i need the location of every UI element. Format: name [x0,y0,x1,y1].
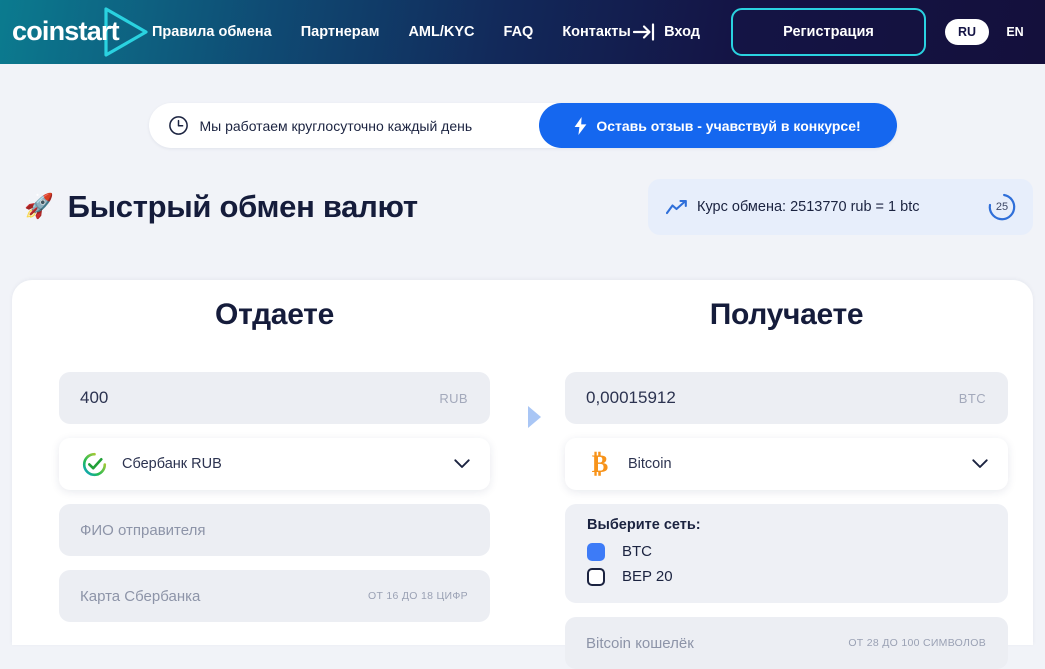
nav-item-contacts[interactable]: Контакты [562,24,630,40]
network-selector: Выберите сеть: BTC BEP 20 [565,504,1008,603]
receive-amount-value: 0,00015912 [586,388,676,408]
give-column: Отдаете 400 RUB [12,280,512,645]
review-promo-button[interactable]: Оставь отзыв - учавствуй в конкурсе! [539,103,897,148]
wallet-address-hint: ОТ 28 ДО 100 СИМВОЛОВ [848,637,986,649]
login-arrow-icon [633,23,655,41]
lang-option-ru[interactable]: RU [945,19,989,45]
receive-currency-code: BTC [959,391,986,406]
network-selector-title: Выберите сеть: [587,517,1008,533]
network-option-btc-label: BTC [622,543,652,560]
logo-text: coinstart [12,16,119,47]
wallet-address-input[interactable]: Bitcoin кошелёк ОТ 28 ДО 100 СИМВОЛОВ [565,617,1008,669]
nav-item-faq[interactable]: FAQ [504,24,534,40]
chevron-down-icon [972,459,988,469]
sender-card-hint: ОТ 16 ДО 18 ЦИФР [368,590,468,602]
sender-card-input[interactable]: Карта Сбербанка ОТ 16 ДО 18 ЦИФР [59,570,490,622]
give-method-label: Сбербанк RUB [122,456,222,472]
page-title-row: 🚀 Быстрый обмен валют Курс обмена: 25137… [0,179,1045,235]
review-promo-label: Оставь отзыв - учавствуй в конкурсе! [596,118,860,134]
network-option-bep20-label: BEP 20 [622,568,673,585]
network-radio-selected-icon[interactable] [587,543,605,561]
rate-refresh-timer: 25 [987,192,1017,222]
receive-column: Получаете 0,00015912 BTC ₿ Bitcoin Выбер… [560,280,1033,645]
exchange-rate-text: Курс обмена: 2513770 rub = 1 btc [697,199,919,215]
network-option-bep20[interactable]: BEP 20 [587,564,1008,589]
nav-item-rules[interactable]: Правила обмена [152,24,272,40]
timer-seconds: 25 [987,192,1017,222]
page-title: 🚀 Быстрый обмен валют [24,189,418,225]
bitcoin-icon: ₿ [586,451,614,477]
network-radio-unselected-icon[interactable] [587,568,605,586]
network-option-btc[interactable]: BTC [587,539,1008,564]
schedule-text: Мы работаем круглосуточно каждый день [200,118,473,134]
exchange-card: Отдаете 400 RUB [12,280,1033,645]
login-button[interactable]: Вход [633,23,700,41]
give-amount-input[interactable]: 400 RUB [59,372,490,424]
receive-method-label: Bitcoin [628,456,672,472]
main-nav: Правила обмена Партнерам AML/KYC FAQ Кон… [152,24,631,40]
lang-option-en[interactable]: EN [993,19,1037,45]
svg-text:₿: ₿ [592,451,609,477]
direction-column [512,280,560,645]
nav-item-partners[interactable]: Партнерам [301,24,380,40]
receive-amount-input[interactable]: 0,00015912 BTC [565,372,1008,424]
chart-line-icon [666,200,687,215]
clock-icon [168,115,189,136]
exchange-rate-card: Курс обмена: 2513770 rub = 1 btc 25 [648,179,1033,235]
give-amount-value: 400 [80,388,108,408]
nav-item-amlkyc[interactable]: AML/KYC [408,24,474,40]
arrow-right-icon [524,404,546,430]
receive-method-select[interactable]: ₿ Bitcoin [565,438,1008,490]
login-label: Вход [664,24,700,40]
sender-card-placeholder: Карта Сбербанка [80,588,200,605]
give-method-select[interactable]: Сбербанк RUB [59,438,490,490]
language-switcher: RU EN [945,19,1037,45]
rocket-icon: 🚀 [24,195,54,219]
info-bar: Мы работаем круглосуточно каждый день Ос… [149,103,897,148]
sender-name-input[interactable]: ФИО отправителя [59,504,490,556]
chevron-down-icon [454,459,470,469]
site-header: coinstart Правила обмена Партнерам AML/K… [0,0,1045,64]
give-heading: Отдаете [59,298,490,332]
give-currency-code: RUB [439,391,468,406]
lightning-bolt-icon [574,117,587,135]
sberbank-icon [80,452,108,477]
schedule-notice: Мы работаем круглосуточно каждый день [149,103,539,148]
wallet-address-placeholder: Bitcoin кошелёк [586,635,694,652]
header-actions: Вход Регистрация RU EN [633,8,1045,56]
page-title-text: Быстрый обмен валют [68,189,418,225]
sender-name-placeholder: ФИО отправителя [80,522,205,539]
register-button[interactable]: Регистрация [731,8,926,56]
receive-heading: Получаете [565,298,1008,332]
logo[interactable]: coinstart [4,0,132,64]
